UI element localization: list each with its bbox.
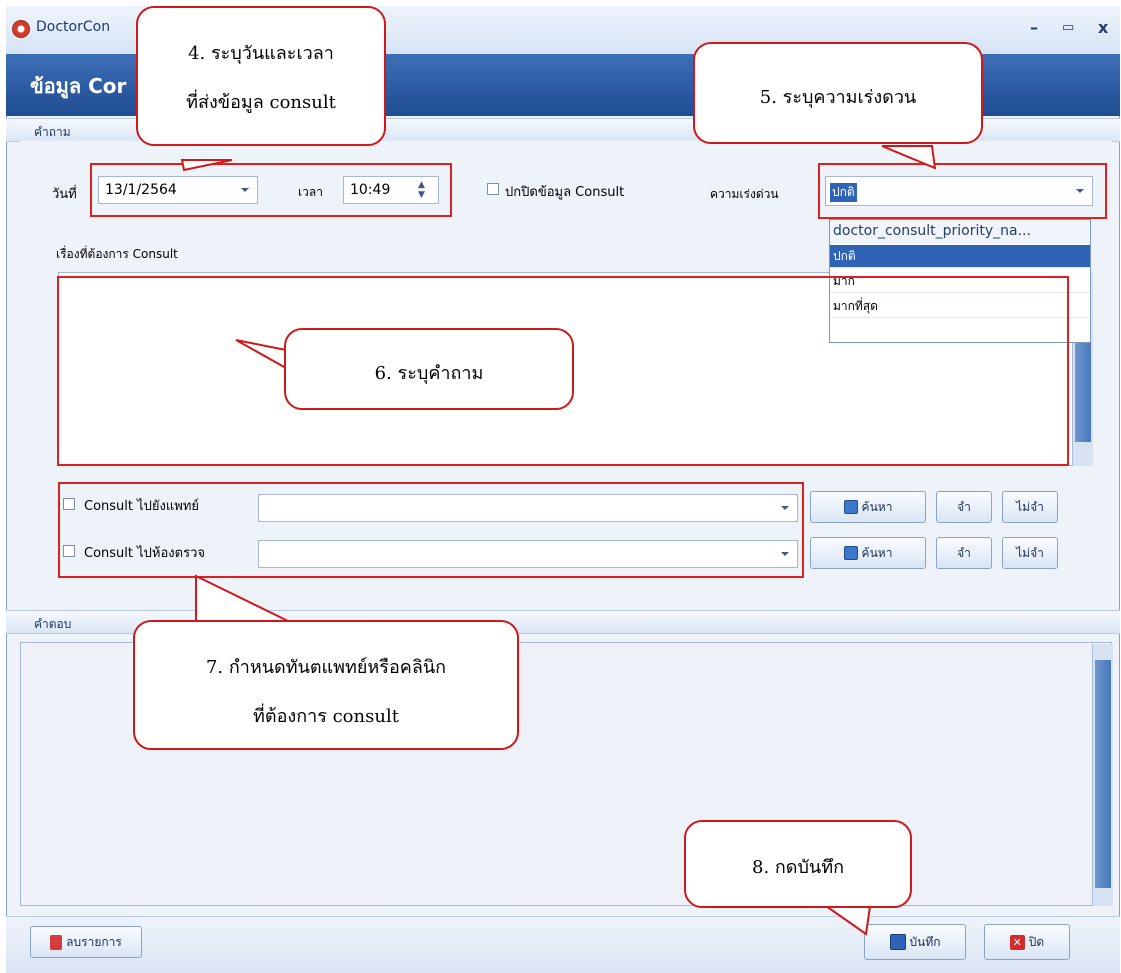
callout5-tail: [881, 145, 937, 170]
callout-7-line2: ที่ต้องการ consult: [253, 706, 399, 727]
callout-6-text: 6. ระบุคำถาม: [374, 363, 484, 384]
callout-8: 8. กดบันทึก: [684, 820, 912, 908]
callout-4-line2: ที่ส่งข้อมูล consult: [186, 92, 336, 113]
callout-4: 4. ระบุวันและเวลา ที่ส่งข้อมูล consult: [136, 6, 386, 146]
callout6-tail: [235, 339, 287, 370]
callout-7: 7. กำหนดทันตแพทย์หรือคลินิก ที่ต้องการ c…: [133, 620, 519, 750]
callout8-tail: [822, 905, 872, 936]
callout-4-line1: 4. ระบุวันและเวลา: [188, 43, 334, 64]
callout4-tail: [180, 159, 233, 172]
callout-7-line1: 7. กำหนดทันตแพทย์หรือคลินิก: [205, 657, 447, 678]
callout-8-text: 8. กดบันทึก: [752, 857, 844, 878]
callout7-tail: [195, 574, 291, 623]
callout-5-text: 5. ระบุความเร่งดวน: [759, 87, 917, 108]
callout-6: 6. ระบุคำถาม: [284, 328, 574, 410]
callout-5: 5. ระบุความเร่งดวน: [693, 42, 983, 144]
